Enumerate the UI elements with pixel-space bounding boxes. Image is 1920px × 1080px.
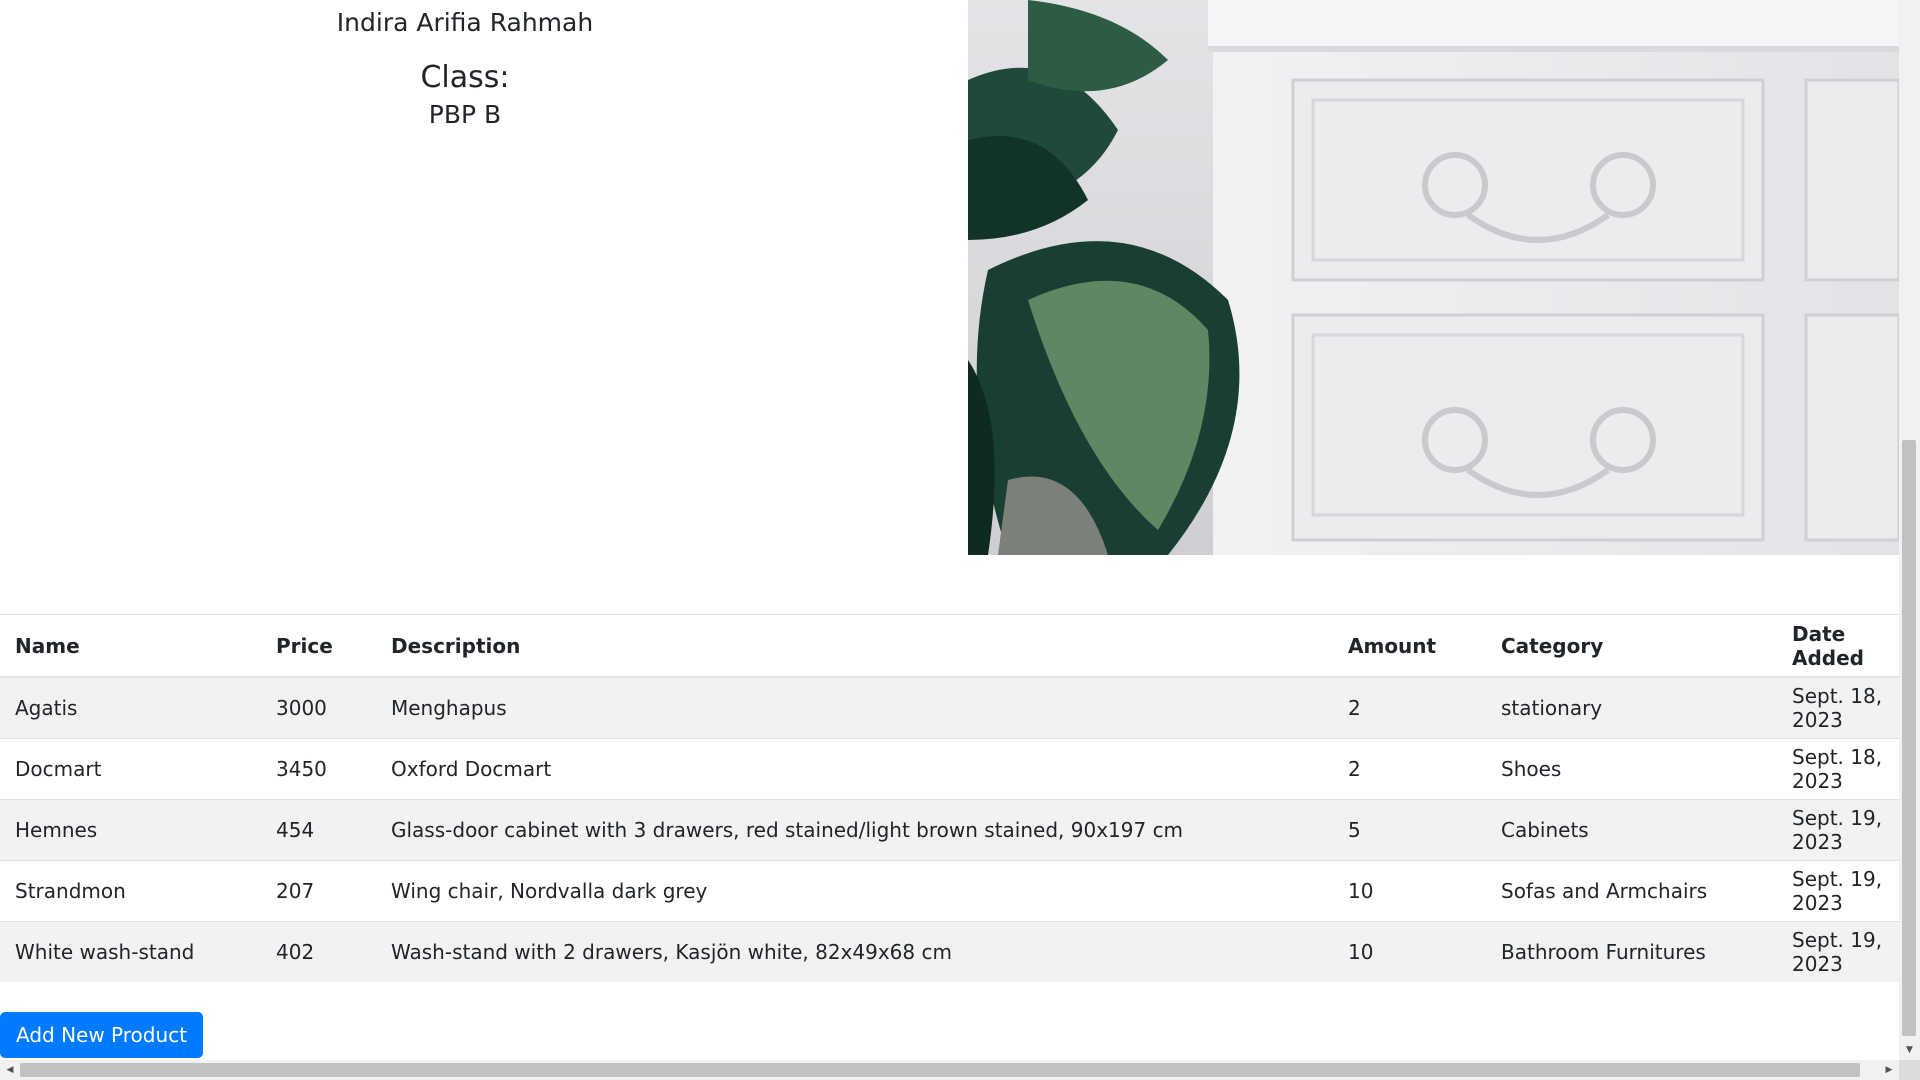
cell-amount: 5	[1333, 799, 1486, 861]
dresser-plant-illustration	[968, 0, 1899, 555]
header-description: Description	[376, 614, 1333, 678]
cell-category: stationary	[1486, 676, 1777, 739]
vertical-scroll-thumb[interactable]	[1902, 440, 1916, 1036]
table-row: White wash-stand 402 Wash-stand with 2 d…	[0, 921, 1899, 982]
table-row: Docmart 3450 Oxford Docmart 2 Shoes Sept…	[0, 738, 1899, 800]
scrollbar-corner	[1899, 1060, 1920, 1080]
cell-category: Bathroom Furnitures	[1486, 921, 1777, 982]
table-row: Agatis 3000 Menghapus 2 stationary Sept.…	[0, 676, 1899, 739]
page-viewport: Indira Arifia Rahmah Class: PBP B Name P…	[0, 0, 1899, 1060]
cell-name: Agatis	[0, 676, 261, 739]
class-value: PBP B	[428, 100, 502, 129]
cell-date-added: Sept. 19, 2023	[1777, 860, 1899, 922]
horizontal-scrollbar[interactable]: ◀ ▶	[0, 1060, 1899, 1080]
cell-date-added: Sept. 19, 2023	[1777, 799, 1899, 861]
hero-image	[968, 0, 1899, 555]
cell-category: Cabinets	[1486, 799, 1777, 861]
vertical-scrollbar[interactable]: ▼	[1899, 0, 1920, 1060]
table-row: Strandmon 207 Wing chair, Nordvalla dark…	[0, 860, 1899, 922]
cell-description: Menghapus	[376, 676, 1333, 739]
hero-section: Indira Arifia Rahmah Class: PBP B	[0, 0, 1899, 555]
class-label: Class:	[420, 60, 510, 95]
header-date-added: Date Added	[1777, 614, 1899, 678]
cell-amount: 2	[1333, 676, 1486, 739]
caret-right-icon[interactable]: ▶	[1879, 1060, 1899, 1080]
cell-name: Strandmon	[0, 860, 261, 922]
caret-left-icon[interactable]: ◀	[0, 1060, 20, 1080]
cell-category: Sofas and Armchairs	[1486, 860, 1777, 922]
header-amount: Amount	[1333, 614, 1486, 678]
horizontal-scroll-thumb[interactable]	[20, 1063, 1860, 1077]
product-table: Name Price Description Amount Category D…	[0, 614, 1899, 982]
cell-price: 207	[261, 860, 376, 922]
cell-description: Wash-stand with 2 drawers, Kasjön white,…	[376, 921, 1333, 982]
table-header-row: Name Price Description Amount Category D…	[0, 614, 1899, 678]
cell-date-added: Sept. 19, 2023	[1777, 921, 1899, 982]
table-row: Hemnes 454 Glass-door cabinet with 3 dra…	[0, 799, 1899, 861]
cell-description: Wing chair, Nordvalla dark grey	[376, 860, 1333, 922]
cell-category: Shoes	[1486, 738, 1777, 800]
header-name: Name	[0, 614, 261, 678]
cell-date-added: Sept. 18, 2023	[1777, 738, 1899, 800]
cell-description: Glass-door cabinet with 3 drawers, red s…	[376, 799, 1333, 861]
cell-price: 402	[261, 921, 376, 982]
caret-down-icon[interactable]: ▼	[1899, 1040, 1920, 1060]
cell-name: Docmart	[0, 738, 261, 800]
cell-price: 454	[261, 799, 376, 861]
cell-price: 3450	[261, 738, 376, 800]
cell-amount: 10	[1333, 860, 1486, 922]
cell-price: 3000	[261, 676, 376, 739]
add-new-product-button[interactable]: Add New Product	[0, 1012, 203, 1058]
student-name: Indira Arifia Rahmah	[336, 8, 594, 37]
cell-amount: 2	[1333, 738, 1486, 800]
cell-date-added: Sept. 18, 2023	[1777, 676, 1899, 739]
cell-description: Oxford Docmart	[376, 738, 1333, 800]
profile-panel: Indira Arifia Rahmah Class: PBP B	[0, 0, 968, 555]
cell-name: White wash-stand	[0, 921, 261, 982]
header-category: Category	[1486, 614, 1777, 678]
cell-amount: 10	[1333, 921, 1486, 982]
header-price: Price	[261, 614, 376, 678]
cell-name: Hemnes	[0, 799, 261, 861]
